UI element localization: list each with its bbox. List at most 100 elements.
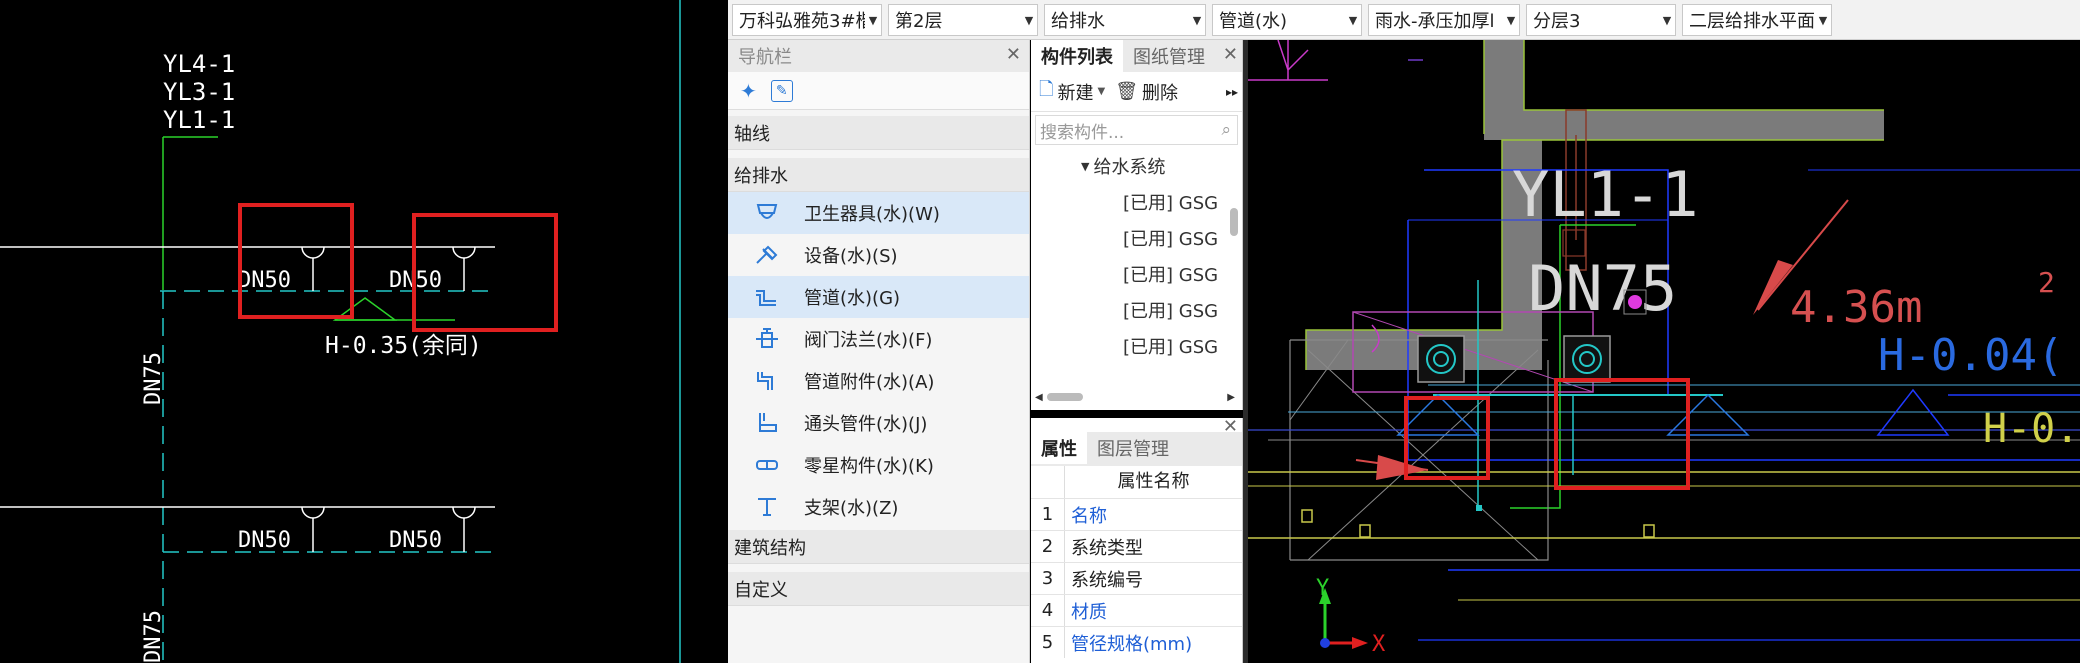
nav-item-sanitary[interactable]: 卫生器具(水)(W) [728,192,1029,234]
delete-button[interactable]: 🗑 删除 [1115,79,1178,105]
close-icon[interactable]: ✕ [1223,44,1238,65]
riser-label-yl1: YL1-1 [163,106,235,134]
new-file-icon: 🗋 [1039,78,1054,100]
riser-label-yl4: YL4-1 [163,50,235,78]
nav-item-fitting[interactable]: 通头管件(水)(J) [728,402,1029,444]
tree-item[interactable]: [已用] GSG [1031,292,1242,328]
search-icon[interactable]: ⌕ [1221,120,1231,140]
tree-item[interactable]: [已用] GSG [1031,220,1242,256]
nav-panel-header: 导航栏 ✕ [728,40,1029,72]
axis-y-label: Y [1316,576,1329,601]
property-name: 系统编号 [1071,569,1143,591]
property-index: 1 [1031,499,1065,530]
area-superscript: 2 [2038,266,2055,299]
left-cad-drawing: YL4-1 YL3-1 YL1-1 DN50 DN50 H-0.35(余同) D… [0,0,681,663]
riser-label-yl3: YL3-1 [163,78,235,106]
nav-category-structure[interactable]: 建筑结构 [728,530,1029,564]
pipe-accessory-icon [752,368,782,394]
header-property-name: 属性名称 [1117,471,1190,492]
bracket-icon [752,494,782,520]
tab-layer-management[interactable]: 图层管理 [1087,432,1179,464]
nav-toolbar: ✦ ✎ [728,72,1029,110]
chevron-down-icon: ▼ [1097,86,1106,97]
property-row[interactable]: 2 系统类型 [1031,530,1242,562]
property-row[interactable]: 1 名称 [1031,498,1242,530]
properties-tabs: 属性 图层管理 [1031,432,1242,466]
tab-drawing-management[interactable]: 图纸管理 [1123,40,1215,72]
pipe-fitting-icon [752,410,782,436]
chevron-down-icon[interactable]: ▼ [1081,160,1089,173]
close-icon[interactable]: ✕ [1006,44,1021,65]
property-index: 2 [1031,531,1065,562]
chevron-down-icon: ▼ [868,13,878,27]
properties-panel: ✕ 属性 图层管理 属性名称 1 名称 2 系统类型 3 系统编号 4 材质 5 管径规格(mm) [1031,416,1243,663]
close-icon[interactable]: ✕ [1223,416,1238,437]
right-cad-viewport[interactable]: YL1-1 DN75 4.36m 2 H-0.04(H-0. Y X [1248,40,2080,663]
property-row[interactable]: 5 管径规格(mm) [1031,626,1242,658]
tree-item[interactable]: [已用] GSG [1031,328,1242,364]
trash-icon: 🗑 [1115,81,1139,102]
nav-item-misc[interactable]: 零星构件(水)(K) [728,444,1029,486]
elevation-label: H-0.10( [1983,406,2080,452]
component-type-dropdown[interactable]: 管道(水) ▼ [1212,4,1362,36]
property-name: 材质 [1071,601,1107,623]
property-name: 系统类型 [1071,537,1143,559]
tab-properties[interactable]: 属性 [1031,432,1087,464]
nav-panel-title: 导航栏 [738,47,792,68]
property-row[interactable]: 4 材质 [1031,594,1242,626]
pipe-icon [752,284,782,310]
tree-item-water-supply[interactable]: ▼ 给水系统 [1031,148,1242,184]
nav-item-accessory[interactable]: 管道附件(水)(A) [728,360,1029,402]
nav-item-valve[interactable]: 阀门法兰(水)(F) [728,318,1029,360]
pipe-size-label: DN50 [238,268,291,293]
new-button[interactable]: 🗋 新建 ▼ [1039,77,1105,107]
highlight-box [238,203,354,319]
add-icon[interactable]: ✦ [740,79,757,103]
right-cad-drawing: YL1-1 DN75 4.36m 2 H-0.04(H-0. Y X [1248,40,2080,657]
pipe-size-label: DN50 [389,528,442,553]
sanitary-fixture-icon [752,200,782,226]
tree-item[interactable]: [已用] GSG [1031,256,1242,292]
drawing-dropdown[interactable]: 二层给排水平面 ▼ [1682,4,1832,36]
discipline-dropdown[interactable]: 给排水 ▼ [1044,4,1206,36]
property-index: 5 [1031,627,1065,658]
chevron-down-icon: ▼ [1192,13,1202,27]
pipe-size-label: DN75 [1528,252,1677,325]
property-name: 管径规格(mm) [1071,633,1193,655]
property-row[interactable]: 3 系统编号 [1031,562,1242,594]
equipment-icon [752,242,782,268]
sublayer-dropdown[interactable]: 分层3 ▼ [1526,4,1676,36]
more-icon[interactable]: ▸▸ [1226,85,1238,99]
component-search-input[interactable]: 搜索构件... ⌕ [1035,115,1238,145]
horizontal-scrollbar[interactable]: ◀ ▶ [1035,390,1235,404]
nav-item-pipe[interactable]: 管道(水)(G) [728,276,1029,318]
navigation-panel: 导航栏 ✕ ✦ ✎ 轴线 给排水 卫生器具(水)(W) 设备(水)(S) 管道(… [728,40,1030,663]
nav-item-equipment[interactable]: 设备(水)(S) [728,234,1029,276]
chevron-down-icon: ▼ [1506,13,1516,27]
project-dropdown[interactable]: 万科弘雅苑3#楷 ▼ [732,4,882,36]
nav-category-custom[interactable]: 自定义 [728,572,1029,606]
nav-category-axis[interactable]: 轴线 [728,116,1029,150]
component-actions: 🗋 新建 ▼ 🗑 删除 ▸▸ [1031,72,1242,112]
nav-item-bracket[interactable]: 支架(水)(Z) [728,486,1029,528]
nav-category-plumbing[interactable]: 给排水 [728,158,1029,192]
top-toolbar: 万科弘雅苑3#楷 ▼ 第2层 ▼ 给排水 ▼ 管道(水) ▼ 雨水-承压加厚l ▼ 分层3… [728,0,2080,40]
valve-flange-icon [752,326,782,352]
left-cad-viewport[interactable]: YL4-1 YL3-1 YL1-1 DN50 DN50 H-0.35(余同) D… [0,0,728,663]
vertical-pipe-label: DN75 [141,352,166,405]
misc-component-icon [752,452,782,478]
system-dropdown[interactable]: 雨水-承压加厚l ▼ [1368,4,1520,36]
tab-component-list[interactable]: 构件列表 [1031,40,1123,72]
floor-dropdown[interactable]: 第2层 ▼ [888,4,1038,36]
elevation-label: H-0.04( [1878,330,2063,381]
tree-item[interactable]: [已用] GSG [1031,184,1242,220]
component-tree: ▼ 给水系统 [已用] GSG [已用] GSG [已用] GSG [已用] G… [1031,148,1242,378]
edit-icon[interactable]: ✎ [770,79,793,102]
chevron-down-icon: ▼ [1348,13,1358,27]
property-index: 3 [1031,563,1065,594]
pipe-size-label: DN50 [238,528,291,553]
area-label: 4.36m [1790,282,1922,333]
vertical-scrollbar[interactable] [1230,208,1238,236]
axis-x-label: X [1372,632,1386,657]
property-name: 名称 [1071,505,1107,527]
